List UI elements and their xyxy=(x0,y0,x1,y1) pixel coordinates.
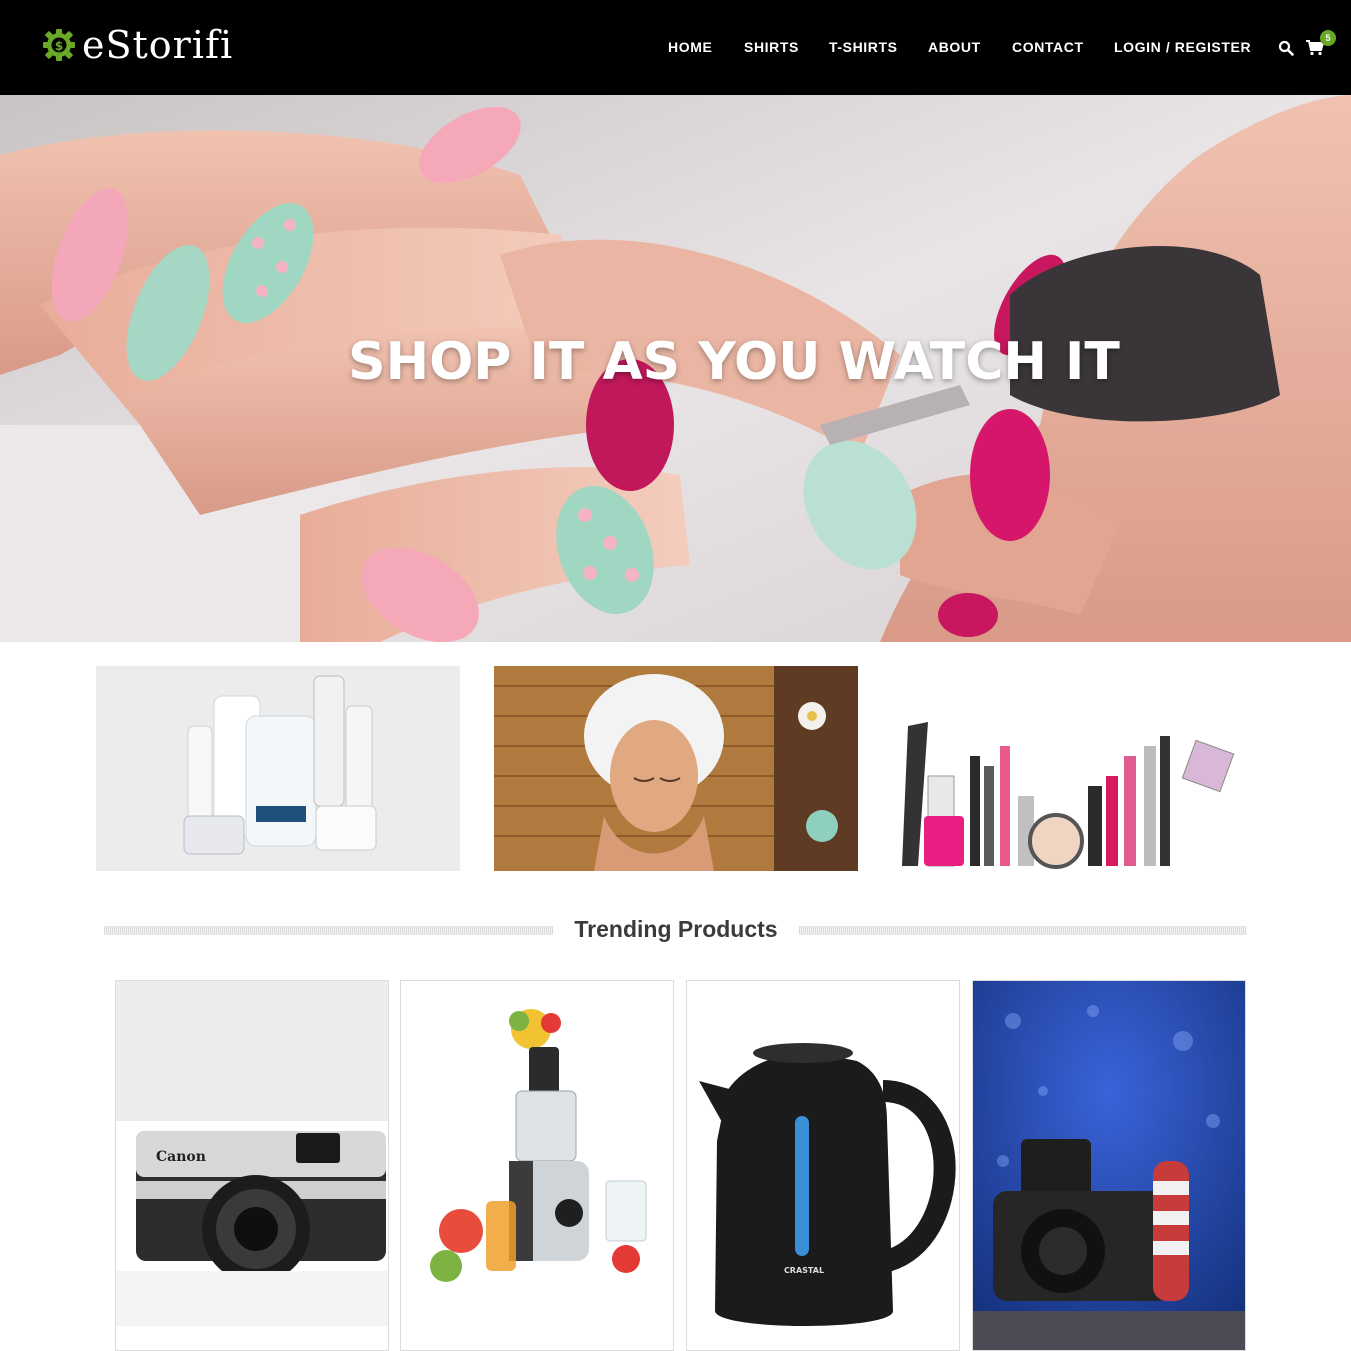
hero-title: SHOP IT AS YOU WATCH IT xyxy=(348,332,1120,392)
product-card-dslr[interactable] xyxy=(972,980,1246,1351)
skincare-image xyxy=(96,666,460,871)
trending-products-title: Trending Products xyxy=(574,916,778,942)
product-card-juicer[interactable] xyxy=(400,980,674,1351)
search-icon[interactable] xyxy=(1278,40,1294,56)
spa-image xyxy=(494,666,858,871)
kettle-image: CRASTAL xyxy=(687,981,959,1350)
nav-t-shirts[interactable]: T-SHIRTS xyxy=(829,38,898,56)
nav-login-register[interactable]: LOGIN / REGISTER xyxy=(1114,38,1251,56)
product-card-kettle[interactable]: CRASTAL xyxy=(686,980,960,1351)
hero-banner: SHOP IT AS YOU WATCH IT xyxy=(0,95,1351,642)
kettle-brand-mark: CRASTAL xyxy=(784,1266,824,1275)
cart-count-badge: 5 xyxy=(1320,30,1336,46)
makeup-image xyxy=(888,666,1252,871)
main-nav: HOME SHIRTS T-SHIRTS ABOUT CONTACT LOGIN… xyxy=(0,38,1351,58)
section-divider-left xyxy=(104,926,553,935)
canon-brand-mark: Canon xyxy=(156,1149,206,1165)
nav-about[interactable]: ABOUT xyxy=(928,38,981,56)
canon-camera-image: Canon xyxy=(116,981,388,1350)
nav-home[interactable]: HOME xyxy=(668,38,712,56)
juicer-image xyxy=(401,981,673,1350)
promo-skincare[interactable] xyxy=(96,666,460,871)
product-card-canon-camera[interactable]: Canon xyxy=(115,980,389,1351)
promo-spa[interactable] xyxy=(494,666,858,871)
nav-contact[interactable]: CONTACT xyxy=(1012,38,1084,56)
promo-makeup[interactable] xyxy=(888,666,1252,871)
cart-button[interactable]: 5 xyxy=(1306,30,1336,58)
section-divider-right xyxy=(799,926,1247,935)
dslr-image xyxy=(973,981,1245,1350)
nav-shirts[interactable]: SHIRTS xyxy=(744,38,799,56)
site-header: $ eStorifi HOME SHIRTS T-SHIRTS ABOUT CO… xyxy=(0,0,1351,95)
